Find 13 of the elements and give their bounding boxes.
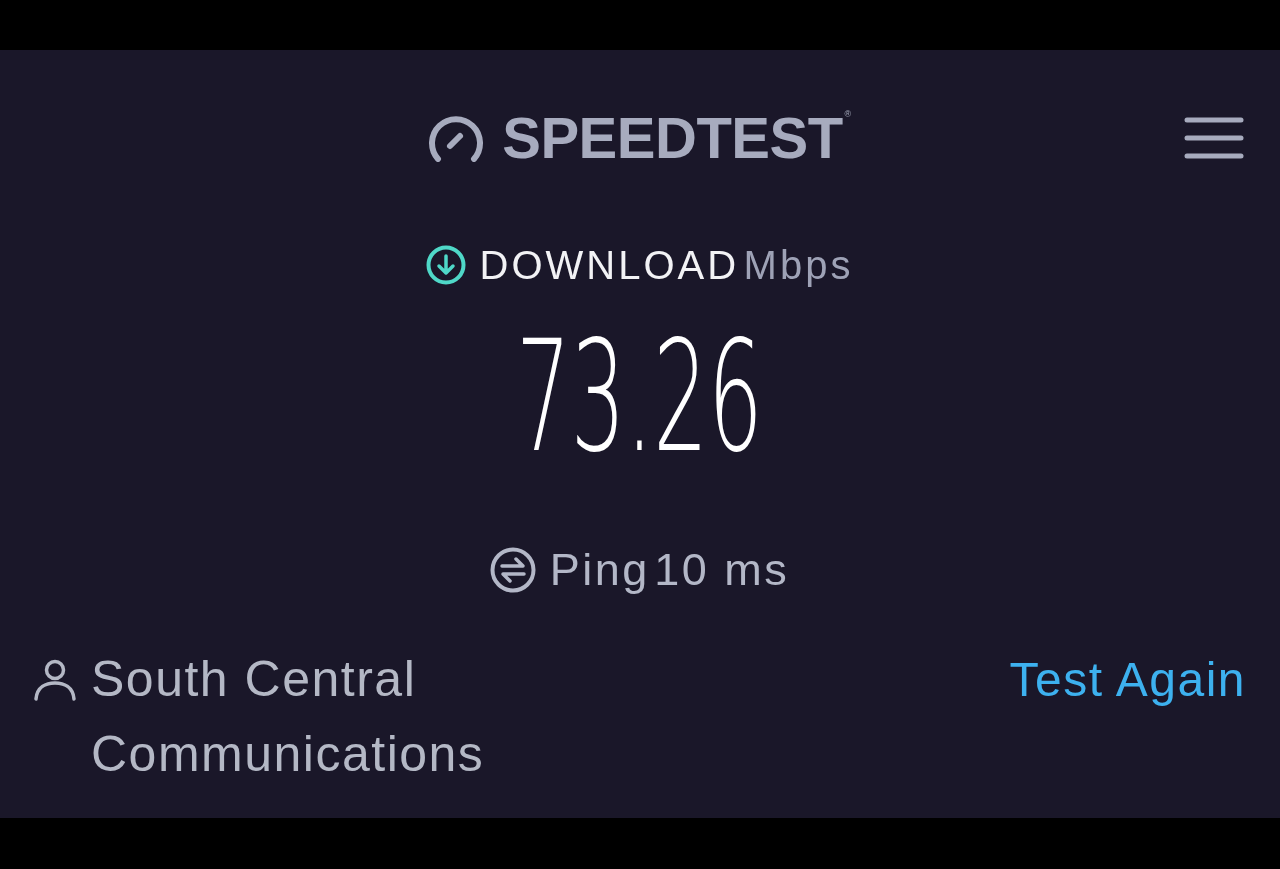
ping-value: 10 ms (654, 544, 790, 595)
ping-label: Ping (549, 544, 650, 595)
download-speed-value: 73.26 (516, 320, 763, 474)
menu-button[interactable] (1184, 116, 1244, 160)
ping-arrows-icon (489, 547, 536, 593)
gauge-icon (428, 114, 485, 162)
metric-label: DOWNLOAD (479, 243, 740, 287)
test-again-link[interactable]: Test Again (1009, 642, 1246, 717)
unit-label: Mbps (743, 243, 854, 287)
person-icon (33, 659, 77, 701)
logo-text: SPEEDTEST$^{®}$ (502, 109, 851, 167)
menu-icon (1184, 116, 1244, 160)
provider-name: South Central Communications (91, 650, 486, 784)
